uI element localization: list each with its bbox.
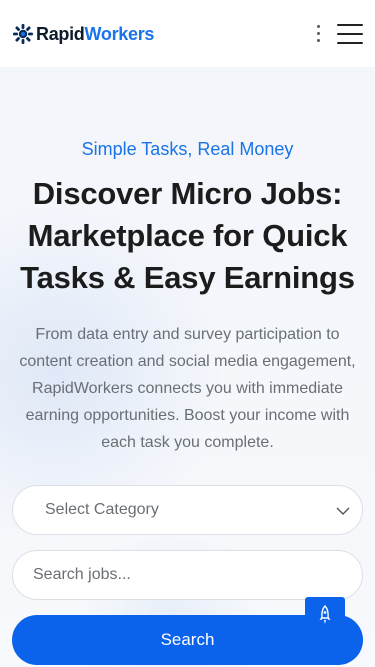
hero-description: From data entry and survey participation… (19, 326, 356, 451)
hamburger-icon[interactable] (337, 23, 363, 44)
logo-wordmark: RapidWorkers (36, 25, 154, 43)
chevron-down-icon (336, 507, 350, 515)
hero-section: Simple Tasks, Real Money Discover Micro … (0, 67, 375, 667)
hero-title: Discover Micro Jobs: Marketplace for Qui… (20, 176, 355, 295)
scroll-top-button[interactable] (305, 597, 345, 635)
category-select-value: Select Category (45, 501, 159, 518)
rocket-icon (319, 605, 331, 624)
search-input[interactable] (12, 550, 363, 600)
gear-icon (13, 23, 33, 44)
kebab-icon[interactable] (309, 22, 327, 46)
logo-text-secondary: Workers (84, 23, 155, 44)
site-header: RapidWorkers (0, 0, 375, 67)
hero-tagline: Simple Tasks, Real Money (81, 139, 294, 159)
header-actions (309, 22, 363, 46)
category-select[interactable]: Select Category (12, 485, 363, 535)
logo-text-primary: Rapid (36, 23, 85, 44)
logo[interactable]: RapidWorkers (12, 23, 154, 45)
